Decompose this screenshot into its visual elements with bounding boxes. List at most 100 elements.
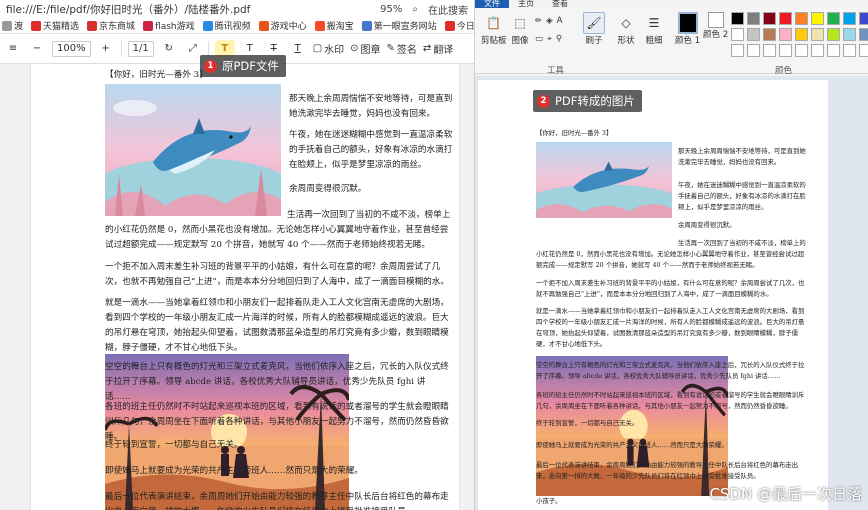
clipboard-group: 📋 剪贴板 xyxy=(481,12,507,46)
color-swatch[interactable] xyxy=(811,12,824,25)
bookmark-label: 腾讯视频 xyxy=(214,22,251,32)
paragraph-1: 那天晚上余周周惴惴不安地等待，可是直到她洗漱完毕去睡觉，妈妈也没有回来。 xyxy=(289,94,453,119)
step-badge-2: 2 xyxy=(537,94,550,108)
zoom-select[interactable]: 100% xyxy=(52,40,91,57)
bookmark-label: flash游戏 xyxy=(155,22,195,32)
color-swatch[interactable] xyxy=(779,28,792,41)
paragraph-7: 空空的舞台上只有概色的灯光和三架立式麦克风，当他们依序入座之后，冗长的入队仪式终… xyxy=(105,362,449,402)
bookmark-item[interactable]: 搬淘宝 xyxy=(314,19,354,32)
text-tool-icon[interactable]: A xyxy=(557,16,563,26)
color-swatch[interactable] xyxy=(859,12,868,25)
doc-title: 【你好，旧时光—番外 3】 xyxy=(105,70,208,80)
color-swatch[interactable] xyxy=(779,44,792,57)
tab-view[interactable]: 查看 xyxy=(543,0,577,8)
color1-button[interactable]: 颜色 1 xyxy=(675,12,700,46)
color-swatch[interactable] xyxy=(795,28,808,41)
watermark-button[interactable]: ▢ 水印 xyxy=(313,40,344,58)
tools-group-row2: ▭ ⌖ ⚲ xyxy=(535,34,562,44)
color-swatch[interactable] xyxy=(811,28,824,41)
csdn-watermark: CSDN @最后一次日落 xyxy=(709,485,862,503)
page-number-field[interactable]: 1/1 xyxy=(127,40,154,57)
bookmark-item[interactable]: 今日头条 xyxy=(444,19,474,32)
bookmark-item[interactable]: 游戏中心 xyxy=(258,19,307,32)
color-swatch[interactable] xyxy=(731,44,744,57)
search-icon[interactable]: ⌕ xyxy=(412,4,418,15)
color-swatch[interactable] xyxy=(795,12,808,25)
color-swatch[interactable] xyxy=(731,12,744,25)
url-text[interactable]: file:///E:/file/pdf/你好旧时光（番外）/陆楼番外.pdf xyxy=(6,2,370,17)
color-swatch[interactable] xyxy=(731,28,744,41)
color-palette xyxy=(731,12,868,58)
color-swatch[interactable] xyxy=(827,12,840,25)
brush-icon[interactable]: 🖌 xyxy=(583,12,605,34)
img-paragraph-5: 一个拒不加入周末差生补习班的背景平平的小姑娘，有什么可在意的呢？余周周尝试了几次… xyxy=(536,279,805,298)
color-swatch[interactable] xyxy=(747,28,760,41)
address-bar[interactable]: file:///E:/file/pdf/你好旧时光（番外）/陆楼番外.pdf 9… xyxy=(0,0,474,18)
color-swatch[interactable] xyxy=(843,12,856,25)
pencil-icon[interactable]: ✏ xyxy=(535,16,542,26)
dolphin-illustration xyxy=(105,84,281,216)
color-swatch[interactable] xyxy=(859,44,868,57)
brushes-button[interactable]: 🖌 刷子 xyxy=(583,12,605,46)
color-picker-icon[interactable]: ⌖ xyxy=(547,34,552,44)
zoom-indicator[interactable]: 95% xyxy=(380,4,402,15)
color-swatch[interactable] xyxy=(827,44,840,57)
stamp-label: 图章 xyxy=(360,45,381,56)
eraser-icon[interactable]: ▭ xyxy=(535,34,543,44)
color-swatch[interactable] xyxy=(763,12,776,25)
tab-file[interactable]: 文件 xyxy=(475,0,509,8)
rotate-icon[interactable]: ↻ xyxy=(160,40,178,58)
search-box[interactable]: 在此搜索 xyxy=(428,2,468,17)
bookmark-item[interactable]: 腾讯视频 xyxy=(202,19,251,32)
colors-group-label: 颜色 xyxy=(775,66,793,76)
img-paragraph-2: 午夜，她在迷迷糊糊中感觉到一直温凉柔软的手抚着自己的额头，好象有冰凉的水滴打在脸… xyxy=(678,181,806,211)
shapes-label: 形状 xyxy=(617,36,635,46)
shapes-button[interactable]: ◇ 形状 xyxy=(615,12,637,46)
zoom-in-button[interactable]: + xyxy=(97,40,115,58)
bookmark-item[interactable]: flash游戏 xyxy=(143,19,195,32)
ribbon-tabs: 文件 主页 查看 xyxy=(475,0,868,8)
size-button[interactable]: ☰ 粗细 xyxy=(643,12,665,46)
color1-swatch[interactable] xyxy=(677,12,698,34)
paragraph-9: 终于轮到宣誓，一切都与自己无关。 xyxy=(105,440,243,450)
color-swatch[interactable] xyxy=(811,44,824,57)
bookmark-label: 天猫精选 xyxy=(43,22,80,32)
pdf-page: 【你好，旧时光—番外 3】 那天晚上余周周惴惴不安地等待，可是直到她洗漱完毕去睡… xyxy=(30,64,460,510)
translate-button[interactable]: ⇄ 翻译 xyxy=(423,40,453,58)
tab-home[interactable]: 主页 xyxy=(509,0,543,8)
paste-icon[interactable]: 📋 xyxy=(483,12,505,34)
shapes-icon[interactable]: ◇ xyxy=(615,12,637,34)
color2-button[interactable]: 颜色 2 xyxy=(703,12,728,40)
img-paragraph-6: 就是一滴水——当她拿着红领巾和小朋友们一起排着队走入工人文化宫南无虚席的大剧场，… xyxy=(536,307,805,348)
bookmark-favicon-icon xyxy=(202,20,213,31)
color-swatch[interactable] xyxy=(779,12,792,25)
fit-page-icon[interactable]: ⤢ xyxy=(184,40,202,58)
canvas-image[interactable]: 【你好，旧时光—番外 3】 那天晚上余周周惴惴不安地等待，可是直到她洗漱完毕去睡… xyxy=(478,80,828,510)
magnifier-icon[interactable]: ⚲ xyxy=(556,34,562,44)
bookmark-item[interactable]: 京东商城 xyxy=(87,19,135,32)
color-swatch[interactable] xyxy=(859,28,868,41)
select-icon[interactable]: ⬚ xyxy=(509,12,531,34)
color-swatch[interactable] xyxy=(843,28,856,41)
canvas-area[interactable]: 【你好，旧时光—番外 3】 那天晚上余周周惴惴不安地等待，可是直到她洗漱完毕去睡… xyxy=(475,76,868,510)
translate-label: 翻译 xyxy=(433,45,454,56)
fill-icon[interactable]: ◈ xyxy=(546,16,553,26)
underline-text-icon[interactable]: T xyxy=(289,40,307,58)
color-swatch[interactable] xyxy=(827,28,840,41)
color-swatch[interactable] xyxy=(763,28,776,41)
bookmark-item[interactable]: 第一眼宣务网站 xyxy=(361,19,437,32)
bookmark-item[interactable]: 渡 xyxy=(2,19,23,32)
color-swatch[interactable] xyxy=(747,12,760,25)
color-swatch[interactable] xyxy=(763,44,776,57)
color-swatch[interactable] xyxy=(843,44,856,57)
size-icon[interactable]: ☰ xyxy=(643,12,665,34)
zoom-out-button[interactable]: − xyxy=(28,40,46,58)
stamp-button[interactable]: ⊙ 图章 xyxy=(350,40,380,58)
color-swatch[interactable] xyxy=(795,44,808,57)
sign-button[interactable]: ✎ 签名 xyxy=(387,40,417,58)
color-swatch[interactable] xyxy=(747,44,760,57)
color2-swatch[interactable] xyxy=(707,12,724,28)
bookmark-item[interactable]: 天猫精选 xyxy=(31,19,79,32)
bookmark-label: 第一眼宣务网站 xyxy=(373,22,437,32)
menu-icon[interactable]: ≡ xyxy=(4,40,22,58)
